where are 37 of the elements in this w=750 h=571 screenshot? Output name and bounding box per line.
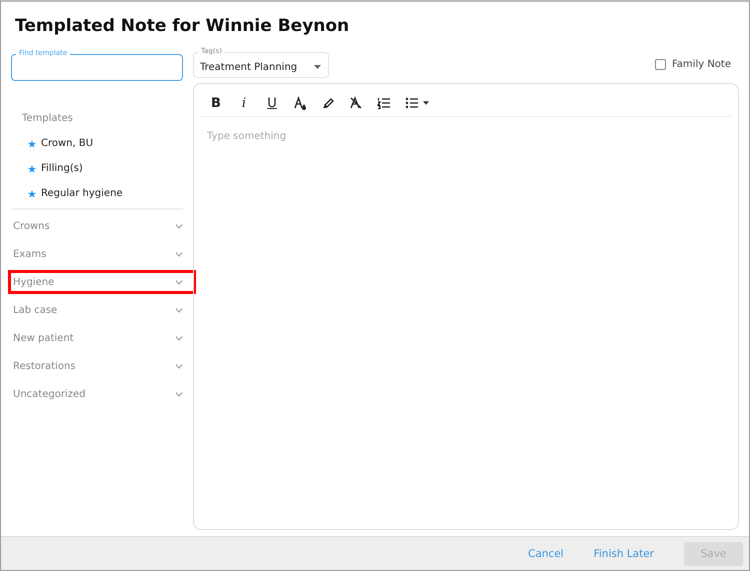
template-link[interactable]: Filling(s) <box>41 163 83 174</box>
bold-button[interactable]: B <box>206 93 226 113</box>
editor-field[interactable]: Type something <box>194 117 738 156</box>
numbered-list-icon <box>377 96 391 110</box>
caret-icon <box>314 65 321 69</box>
underline-button[interactable]: U <box>262 93 282 113</box>
category-item[interactable]: Uncategorized <box>8 382 196 406</box>
footer-link[interactable]: Cancel <box>528 548 564 560</box>
bullet-list-icon <box>405 96 419 110</box>
template-link[interactable]: Crown, BU <box>41 138 94 149</box>
checkbox[interactable] <box>654 58 666 70</box>
category-item[interactable]: New patient <box>8 326 196 350</box>
chevron-icon <box>175 251 183 257</box>
category-item[interactable]: Exams <box>8 242 196 266</box>
highlighter-icon <box>321 96 335 110</box>
section-heading: Templates <box>22 113 74 124</box>
italic-button[interactable]: i <box>234 93 254 113</box>
checkbox-label: Family Note <box>672 58 731 70</box>
footer-link[interactable]: Finish Later <box>594 548 654 560</box>
font-color-icon <box>293 96 307 110</box>
star-icon <box>28 140 36 148</box>
clear-format-icon <box>349 96 363 110</box>
chevron-icon <box>175 223 183 229</box>
chevron-icon <box>175 391 183 397</box>
category-item[interactable]: Crowns <box>8 214 196 238</box>
category-item[interactable]: Restorations <box>8 354 196 378</box>
star-icon <box>28 190 36 198</box>
chevron-icon <box>175 279 183 285</box>
caret-icon <box>423 101 429 105</box>
chevron-icon <box>175 307 183 313</box>
star-icon <box>28 164 36 172</box>
template-link[interactable]: Regular hygiene <box>41 188 123 199</box>
chevron-icon <box>175 335 183 341</box>
category-item[interactable]: Lab case <box>8 298 196 322</box>
category-item[interactable]: Hygiene <box>8 270 196 294</box>
chevron-icon <box>175 363 183 369</box>
dialog-title: Templated Note for Winnie Beynon <box>14 15 350 36</box>
